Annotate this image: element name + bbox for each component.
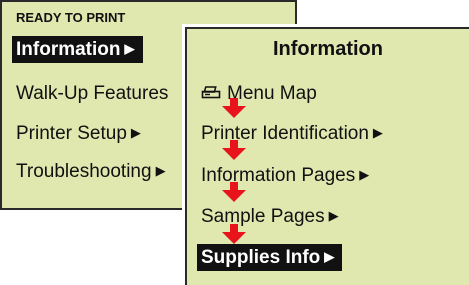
submenu-arrow-icon: ▶ bbox=[372, 125, 383, 140]
menu-item-label: Supplies Info bbox=[201, 247, 321, 268]
submenu-arrow-icon: ▶ bbox=[130, 125, 141, 140]
printer-icon bbox=[201, 82, 221, 99]
submenu-arrow-icon: ▶ bbox=[155, 163, 166, 178]
status-text: READY TO PRINT bbox=[16, 10, 126, 25]
menu-item-walk-up-features[interactable]: Walk-Up Features bbox=[16, 81, 168, 107]
menu-item-label: Sample Pages bbox=[201, 206, 325, 227]
menu-item-label: Information bbox=[16, 39, 121, 60]
menu-item-label: Walk-Up Features bbox=[16, 83, 169, 104]
submenu-title: Information bbox=[273, 38, 383, 60]
menu-item-information[interactable]: Information ▶ bbox=[12, 36, 143, 63]
submenu-arrow-icon: ▶ bbox=[328, 208, 339, 223]
menu-item-label: Printer Setup bbox=[16, 123, 127, 144]
submenu-arrow-icon: ▶ bbox=[124, 41, 135, 56]
menu-item-printer-setup[interactable]: Printer Setup ▶ bbox=[16, 120, 141, 147]
submenu-arrow-icon: ▶ bbox=[324, 249, 335, 264]
menu-item-troubleshooting[interactable]: Troubleshooting ▶ bbox=[16, 158, 166, 185]
down-arrow-icon bbox=[222, 182, 246, 202]
down-arrow-icon bbox=[222, 224, 246, 244]
menu-item-supplies-info[interactable]: Supplies Info ▶ bbox=[197, 244, 343, 271]
down-arrow-icon bbox=[222, 98, 246, 118]
submenu-arrow-icon: ▶ bbox=[359, 167, 370, 182]
down-arrow-icon bbox=[222, 140, 246, 160]
menu-item-menu-map[interactable]: Menu Map bbox=[201, 81, 317, 107]
menu-item-label: Troubleshooting bbox=[16, 161, 152, 182]
